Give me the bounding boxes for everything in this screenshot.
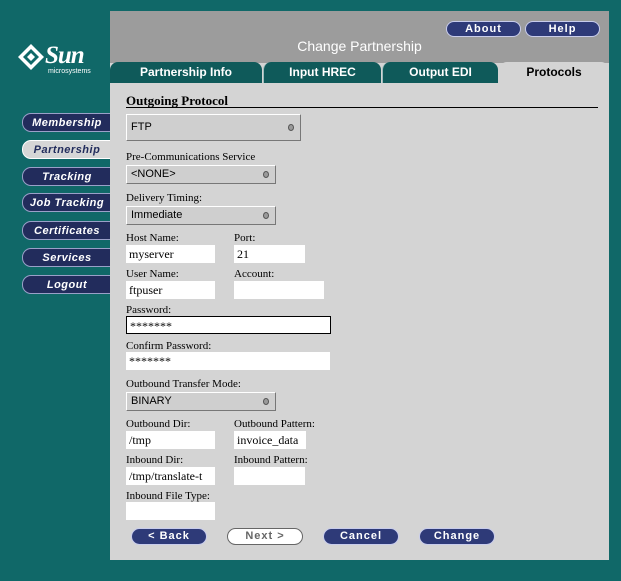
section-divider [126,107,598,108]
transfer-mode-label: Outbound Transfer Mode: [126,378,241,390]
inbound-dir-label: Inbound Dir: [126,454,184,466]
inbound-pattern-label: Inbound Pattern: [234,454,308,466]
dropdown-knob-icon [263,171,269,178]
dropdown-knob-icon [288,124,294,131]
outbound-pattern-input[interactable]: invoice_data [234,431,306,449]
user-input[interactable]: ftpuser [126,281,215,299]
transfer-mode-value: BINARY [131,395,172,407]
sun-logo: Sun microsystems [18,42,98,76]
outbound-dir-label: Outbound Dir: [126,418,191,430]
delivery-label: Delivery Timing: [126,192,203,204]
nav-logout[interactable]: Logout [22,275,112,294]
change-button[interactable]: Change [419,528,495,545]
sun-diamond-icon [18,44,44,70]
nav-partnership[interactable]: Partnership [22,140,112,159]
logo-sub: microsystems [48,68,91,75]
inbound-pattern-input[interactable] [234,467,305,485]
pre-comm-select[interactable]: <NONE> [126,165,276,184]
tab-protocols[interactable]: Protocols [499,62,609,83]
nav-services[interactable]: Services [22,248,112,267]
tab-input-hrec[interactable]: Input HREC [263,62,381,83]
tab-output-edi[interactable]: Output EDI [382,62,498,83]
transfer-mode-select[interactable]: BINARY [126,392,276,411]
account-label: Account: [234,268,275,280]
next-button[interactable]: Next > [227,528,303,545]
port-input[interactable]: 21 [234,245,305,263]
nav-job-tracking[interactable]: Job Tracking [22,193,112,212]
tab-partnership-info[interactable]: Partnership Info [110,62,262,83]
inbound-dir-input[interactable]: /tmp/translate-t [126,467,215,485]
port-label: Port: [234,232,256,244]
dropdown-knob-icon [263,398,269,405]
pre-comm-value: <NONE> [131,168,176,180]
dropdown-knob-icon [263,212,269,219]
delivery-select[interactable]: Immediate [126,206,276,225]
protocol-select[interactable]: FTP [126,114,301,141]
password-label: Password: [126,304,172,316]
host-label: Host Name: [126,232,179,244]
pre-comm-label: Pre-Communications Service [126,151,256,163]
cancel-button[interactable]: Cancel [323,528,399,545]
host-input[interactable]: myserver [126,245,215,263]
protocol-value: FTP [131,121,152,133]
outbound-dir-input[interactable]: /tmp [126,431,215,449]
page-title: Change Partnership [297,38,422,54]
inbound-file-type-label: Inbound File Type: [126,490,210,502]
nav-membership[interactable]: Membership [22,113,112,132]
header-bar [110,11,609,63]
back-button[interactable]: < Back [131,528,207,545]
user-label: User Name: [126,268,179,280]
confirm-password-label: Confirm Password: [126,340,212,352]
outbound-pattern-label: Outbound Pattern: [234,418,315,430]
nav-tracking[interactable]: Tracking [22,167,112,186]
password-input[interactable]: ******* [126,316,331,334]
account-input[interactable] [234,281,324,299]
help-button[interactable]: Help [525,21,600,37]
confirm-password-input[interactable]: ******* [126,352,330,370]
logo-brand: Sun [45,42,85,69]
nav-certificates[interactable]: Certificates [22,221,112,240]
about-button[interactable]: About [446,21,521,37]
delivery-value: Immediate [131,209,183,221]
inbound-file-type-input[interactable] [126,502,215,520]
